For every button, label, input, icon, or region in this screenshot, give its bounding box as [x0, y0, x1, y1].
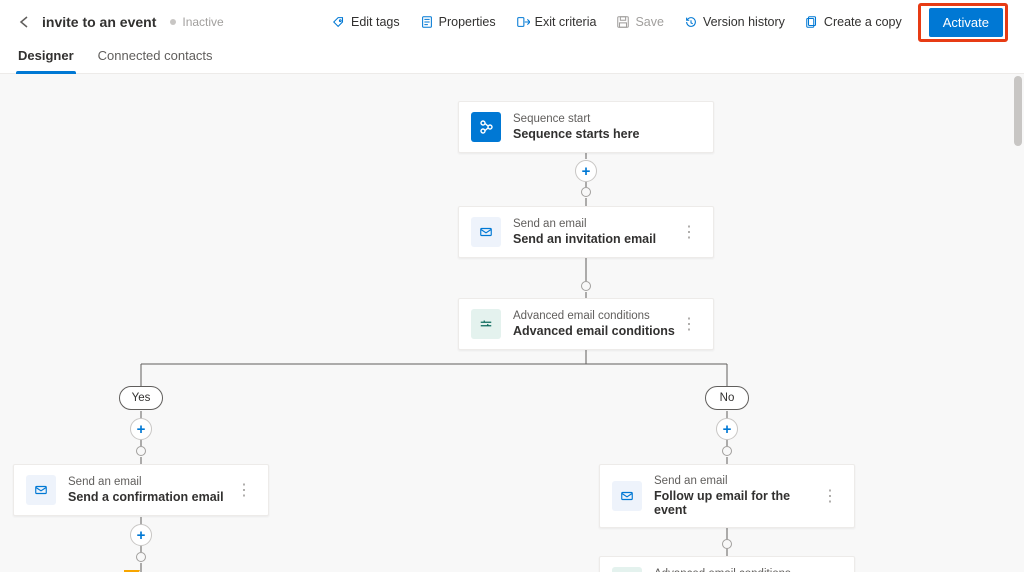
node-kind: Send an email: [513, 218, 656, 230]
branch-yes[interactable]: Yes: [119, 386, 163, 410]
scrollbar-vertical[interactable]: [1014, 76, 1022, 146]
connector-dot: [722, 539, 732, 549]
add-step-button[interactable]: +: [575, 160, 597, 182]
node-follow-up-email[interactable]: Send an email Follow up email for the ev…: [599, 464, 855, 528]
conditions-icon: [612, 567, 642, 572]
properties-button[interactable]: Properties: [412, 10, 504, 34]
activate-button[interactable]: Activate: [929, 8, 1003, 37]
connector-dot: [722, 446, 732, 456]
sequence-start-icon: [471, 112, 501, 142]
node-title: Advanced email conditions: [513, 324, 675, 338]
node-more-button[interactable]: ⋮: [232, 478, 256, 502]
save-button: Save: [608, 10, 672, 34]
add-step-button[interactable]: +: [716, 418, 738, 440]
connector-dot: [581, 281, 591, 291]
connector-dot: [136, 446, 146, 456]
node-kind: Send an email: [68, 476, 224, 488]
node-title: Send an invitation email: [513, 232, 656, 246]
status-text: Inactive: [182, 15, 223, 29]
node-advanced-conditions-2[interactable]: Advanced email conditions Advanced email…: [599, 556, 855, 572]
node-title: Send a confirmation email: [68, 490, 224, 504]
version-history-button[interactable]: Version history: [676, 10, 793, 34]
node-kind: Advanced email conditions: [513, 310, 675, 322]
tab-connected-contacts[interactable]: Connected contacts: [96, 40, 215, 73]
exit-criteria-button[interactable]: Exit criteria: [508, 10, 605, 34]
node-more-button[interactable]: ⋮: [818, 484, 842, 508]
node-title: Sequence starts here: [513, 127, 639, 141]
node-more-button[interactable]: ⋮: [677, 312, 701, 336]
node-kind: Advanced email conditions: [654, 568, 816, 572]
properties-label: Properties: [439, 15, 496, 29]
connector-dot: [581, 187, 591, 197]
email-icon: [471, 217, 501, 247]
save-label: Save: [635, 15, 664, 29]
back-button[interactable]: [16, 14, 32, 30]
edit-tags-label: Edit tags: [351, 15, 400, 29]
node-kind: Sequence start: [513, 113, 639, 125]
activate-highlight: Activate: [918, 3, 1008, 42]
toolbar: Edit tags Properties Exit criteria Save …: [324, 3, 1008, 42]
page-header: invite to an event Inactive Edit tags Pr…: [0, 0, 1024, 40]
add-step-button[interactable]: +: [130, 418, 152, 440]
connector-dot: [136, 552, 146, 562]
exit-criteria-label: Exit criteria: [535, 15, 597, 29]
node-title: Follow up email for the event: [654, 489, 818, 517]
node-sequence-start[interactable]: Sequence start Sequence starts here: [458, 101, 714, 153]
tabs: Designer Connected contacts: [0, 40, 1024, 74]
node-send-confirmation-email[interactable]: Send an email Send a confirmation email …: [13, 464, 269, 516]
add-step-button[interactable]: +: [130, 524, 152, 546]
version-history-label: Version history: [703, 15, 785, 29]
create-copy-button[interactable]: Create a copy: [797, 10, 910, 34]
page-title: invite to an event: [42, 14, 156, 30]
email-icon: [612, 481, 642, 511]
status-dot: [170, 19, 176, 25]
node-advanced-conditions-1[interactable]: Advanced email conditions Advanced email…: [458, 298, 714, 350]
node-send-invitation-email[interactable]: Send an email Send an invitation email ⋮: [458, 206, 714, 258]
create-copy-label: Create a copy: [824, 15, 902, 29]
conditions-icon: [471, 309, 501, 339]
tab-designer[interactable]: Designer: [16, 40, 76, 73]
branch-no[interactable]: No: [705, 386, 749, 410]
edit-tags-button[interactable]: Edit tags: [324, 10, 408, 34]
node-kind: Send an email: [654, 475, 818, 487]
node-more-button[interactable]: ⋮: [677, 220, 701, 244]
designer-canvas[interactable]: Sequence start Sequence starts here + Se…: [0, 74, 1024, 572]
email-icon: [26, 475, 56, 505]
